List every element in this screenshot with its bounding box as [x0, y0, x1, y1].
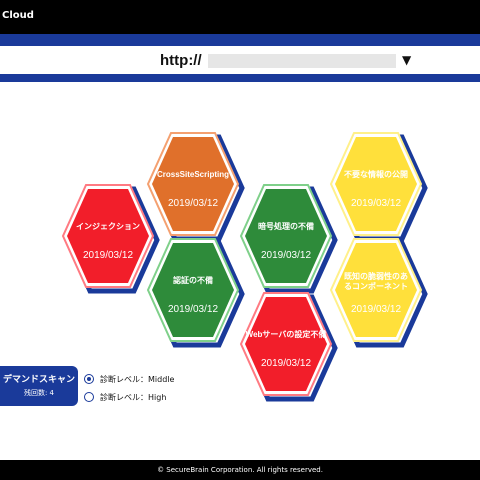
url-bar: http:// ▼	[0, 44, 480, 76]
url-prefix: http://	[160, 52, 202, 69]
hex-label: インジェクション	[76, 222, 140, 231]
hex-label: 認証の不備	[173, 276, 213, 285]
hex-date: 2019/03/12	[167, 198, 219, 209]
hex-cross-site-scripting[interactable]: CrossSiteScripting 2019/03/12	[143, 130, 245, 242]
hex-crypto-defect-shape	[239, 184, 338, 294]
top-bar: Cloud	[0, 0, 480, 34]
copyright-text: © SecureBrain Corporation. All rights re…	[157, 466, 323, 474]
hex-date: 2019/03/12	[260, 358, 312, 369]
hex-info-disclosure-shape	[329, 132, 428, 242]
hex-date: 2019/03/12	[350, 304, 402, 315]
hex-date: 2019/03/12	[260, 250, 312, 261]
triangle-down-icon: ▼	[402, 53, 412, 67]
hex-label: 不要な情報の公開	[344, 170, 408, 179]
hex-info-disclosure[interactable]: 不要な情報の公開 2019/03/12	[326, 130, 428, 242]
radio-unchecked-icon[interactable]	[84, 392, 94, 402]
scan-title: デマンドスキャン	[2, 375, 75, 385]
scan-remaining-count: 残回数: 4	[23, 389, 55, 397]
hex-label: CrossSiteScripting	[156, 170, 229, 179]
on-demand-scan-button[interactable]: デマンドスキャン 残回数: 4	[0, 366, 78, 406]
hex-date: 2019/03/12	[167, 304, 219, 315]
hex-web-server-misconfig[interactable]: Webサーバの設定不備 2019/03/12	[236, 290, 338, 402]
hex-auth-defect-shape	[146, 238, 245, 348]
hex-label: 既知の脆弱性のあるコンポーネント	[344, 272, 408, 291]
app-title: Cloud	[2, 10, 34, 21]
footer: © SecureBrain Corporation. All rights re…	[0, 460, 480, 480]
diagnosis-level-label: 診断レベル：High	[100, 393, 167, 402]
hex-crypto-defect[interactable]: 暗号処理の不備 2019/03/12	[236, 182, 338, 294]
url-input[interactable]	[208, 54, 396, 68]
hex-label: Webサーバの設定不備	[245, 330, 327, 339]
hex-web-server-misconfig-shape	[239, 292, 338, 402]
hex-label: 暗号処理の不備	[258, 222, 314, 231]
hex-known-vulnerable-components[interactable]: 既知の脆弱性のあるコンポーネント 2019/03/12	[326, 236, 428, 348]
hex-auth-defect[interactable]: 認証の不備 2019/03/12	[143, 236, 245, 348]
main-panel: CrossSiteScripting 2019/03/12 インジェクション 2…	[0, 82, 480, 460]
hex-date: 2019/03/12	[350, 198, 402, 209]
radio-checked-icon[interactable]	[84, 374, 94, 384]
url-dropdown-button[interactable]: ▼	[402, 53, 411, 67]
diagnosis-level-label: 診断レベル：Middle	[100, 375, 175, 384]
url-area: http:// ▼	[0, 38, 480, 82]
hex-cross-site-scripting-shape	[146, 132, 245, 242]
